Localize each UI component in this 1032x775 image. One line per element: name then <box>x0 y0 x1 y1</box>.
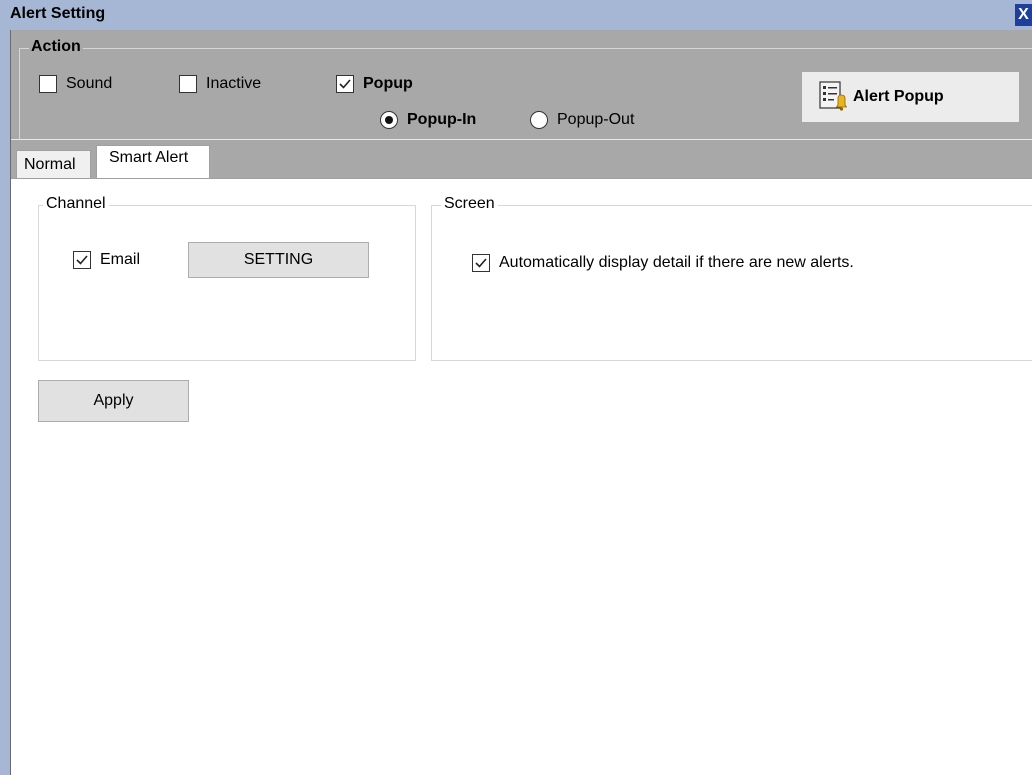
screen-group <box>431 205 1032 361</box>
checkbox-box[interactable] <box>472 254 490 272</box>
close-button[interactable]: X <box>1015 4 1032 26</box>
window-frame <box>0 30 10 775</box>
group-border <box>19 48 1032 49</box>
action-group: Action Sound Inactive Popup Popup-In Pop… <box>11 30 1032 140</box>
check-icon <box>475 258 487 268</box>
checkbox-box[interactable] <box>73 251 91 269</box>
radio-circle[interactable] <box>380 111 398 129</box>
radio-dot <box>385 116 393 124</box>
auto-display-label: Automatically display detail if there ar… <box>499 254 854 271</box>
action-legend: Action <box>29 38 83 56</box>
window-title: Alert Setting <box>10 5 106 22</box>
title-bar[interactable]: Alert Setting X <box>0 0 1032 30</box>
checkbox-box[interactable] <box>39 75 57 93</box>
screen-legend: Screen <box>441 195 498 213</box>
inactive-label: Inactive <box>206 75 262 92</box>
channel-legend: Channel <box>43 195 109 213</box>
tab-smart-alert[interactable]: Smart Alert <box>96 145 210 179</box>
alert-setting-window: Alert Setting X Action Sound Inactive Po… <box>0 0 1032 775</box>
setting-button[interactable]: SETTING <box>188 242 369 278</box>
radio-circle[interactable] <box>530 111 548 129</box>
alert-popup-button[interactable]: Alert Popup <box>802 72 1019 122</box>
checkbox-box[interactable] <box>336 75 354 93</box>
email-checkbox[interactable]: Email <box>73 251 140 269</box>
checkbox-box[interactable] <box>179 75 197 93</box>
tab-smart-alert-label: Smart Alert <box>109 149 189 166</box>
alert-list-bell-icon <box>819 81 848 113</box>
group-border <box>19 48 20 140</box>
popup-label: Popup <box>363 75 413 92</box>
apply-button[interactable]: Apply <box>38 380 189 422</box>
popup-in-radio[interactable]: Popup-In <box>380 111 476 129</box>
alert-popup-label: Alert Popup <box>853 88 944 105</box>
popup-out-label: Popup-Out <box>557 111 635 128</box>
email-label: Email <box>100 251 141 268</box>
auto-display-checkbox[interactable]: Automatically display detail if there ar… <box>472 254 854 272</box>
sound-label: Sound <box>66 75 113 92</box>
popup-checkbox[interactable]: Popup <box>336 75 413 93</box>
check-icon <box>339 79 351 89</box>
check-icon <box>76 255 88 265</box>
tab-strip: Normal Smart Alert <box>11 140 1032 179</box>
tab-normal[interactable]: Normal <box>16 150 91 178</box>
tab-normal-label: Normal <box>24 156 76 173</box>
inactive-checkbox[interactable]: Inactive <box>179 75 261 93</box>
sound-checkbox[interactable]: Sound <box>39 75 112 93</box>
tab-body-border <box>11 178 1032 179</box>
popup-in-label: Popup-In <box>407 111 477 128</box>
channel-group <box>38 205 416 361</box>
popup-out-radio[interactable]: Popup-Out <box>530 111 634 129</box>
